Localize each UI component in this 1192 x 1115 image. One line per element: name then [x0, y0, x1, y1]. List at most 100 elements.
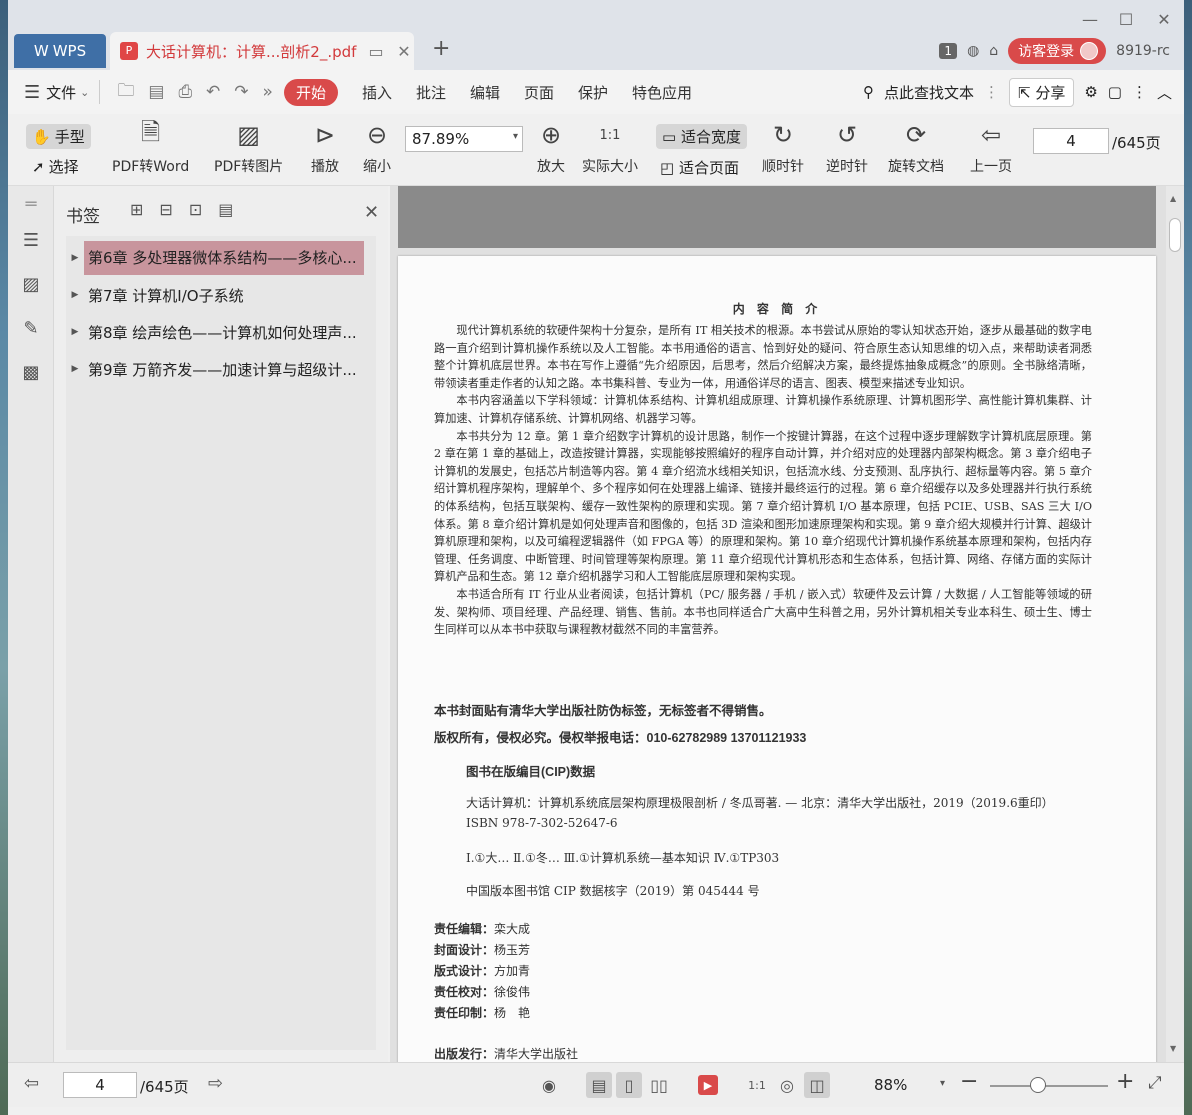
window-count-badge[interactable]: 1 [939, 43, 958, 59]
chevron-down-icon[interactable]: ⌄ [80, 86, 89, 99]
zoom-out-button[interactable]: ⊖ 缩小 [362, 120, 392, 176]
new-tab-button[interactable]: + [432, 36, 450, 61]
two-page-icon[interactable]: ▯▯ [646, 1072, 672, 1098]
scroll-down-icon[interactable]: ▼ [1170, 1044, 1176, 1053]
zoom-value: 87.89% [412, 130, 470, 148]
file-menu[interactable]: 文件 [46, 82, 76, 103]
thumbnail-icon[interactable]: ▨ [20, 274, 42, 296]
guest-login-button[interactable]: 访客登录 [1008, 38, 1107, 64]
fit-page-button[interactable]: ◰ 适合页面 [660, 157, 739, 178]
expand-arrow-icon[interactable]: ▶ [66, 327, 84, 337]
fullscreen-icon[interactable]: ⤢ [1148, 1073, 1162, 1093]
chevron-down-icon[interactable]: ▾ [940, 1078, 945, 1089]
minimize-icon[interactable]: — [1078, 10, 1102, 29]
tab-preview-icon[interactable]: ▭ [366, 42, 386, 61]
page-number-input[interactable]: 4 [1033, 128, 1109, 154]
tab-wps-home[interactable]: W WPS [14, 34, 106, 68]
expand-all-icon[interactable]: ⊞ [130, 200, 143, 219]
status-zoom-value[interactable]: 88% [874, 1076, 907, 1094]
status-page-input[interactable]: 4 [63, 1072, 137, 1098]
document-viewport[interactable]: 内 容 简 介 现代计算机系统的软硬件架构十分复杂，是所有 IT 相关技术的根源… [390, 186, 1166, 1062]
pdf-to-image-button[interactable]: ▨ PDF转图片 [214, 120, 283, 176]
hamburger-icon[interactable]: ☰ [24, 82, 40, 103]
tab-page[interactable]: 页面 [524, 82, 554, 103]
redo-icon[interactable]: ↷ [234, 82, 248, 102]
close-panel-icon[interactable]: ✕ [364, 202, 379, 223]
tab-start[interactable]: 开始 [283, 78, 338, 106]
fit-page-icon: ◰ [660, 159, 675, 177]
undo-icon[interactable]: ↶ [206, 82, 220, 102]
play-slideshow-icon[interactable]: ▶ [698, 1075, 718, 1095]
scroll-up-icon[interactable]: ▲ [1170, 194, 1176, 203]
skin-icon[interactable]: ◍ [967, 43, 979, 59]
print-icon[interactable]: ⎙ [178, 82, 192, 102]
fit-page-status-icon[interactable]: ◎ [774, 1072, 800, 1098]
scroll-thumb[interactable] [1169, 218, 1181, 252]
expand-arrow-icon[interactable]: ▶ [66, 290, 84, 300]
list-item[interactable]: ▶ 第9章 万箭齐发——加速计算与超级计... [66, 351, 376, 387]
fit-width-button[interactable]: ▭ 适合宽度 [656, 124, 747, 149]
maximize-icon[interactable]: ☐ [1114, 10, 1138, 29]
continuous-view-icon[interactable]: ▤ [586, 1072, 612, 1098]
search-icon[interactable]: ⚲ [863, 83, 874, 101]
rotate-counterclockwise-button[interactable]: ↺ 逆时针 [826, 120, 868, 176]
zoom-minus-icon[interactable]: − [960, 1069, 978, 1094]
tab-annotate[interactable]: 批注 [416, 82, 446, 103]
prev-page-icon[interactable]: ⇦ [24, 1073, 39, 1094]
open-folder-icon[interactable]: 🗀 [117, 78, 134, 107]
image-extract-icon[interactable]: ▩ [20, 362, 42, 384]
menubar-right: ⚲ 点此查找文本 ⋮ ⇱ 分享 ⚙ ▢ ⋮ ︿ [863, 70, 1172, 114]
tab-insert[interactable]: 插入 [362, 82, 392, 103]
select-tool-button[interactable]: ➚ 选择 [32, 156, 79, 177]
close-window-icon[interactable]: ✕ [1152, 10, 1176, 29]
more-options-icon[interactable]: ⋮ [1132, 83, 1147, 101]
tab-document[interactable]: P 大话计算机：计算...剖析2_.pdf ▭ ✕ [110, 32, 414, 70]
collapse-ribbon-icon[interactable]: ︿ [1157, 82, 1172, 103]
expand-arrow-icon[interactable]: ▶ [66, 364, 84, 374]
tab-close-icon[interactable]: ✕ [394, 42, 414, 61]
tab-edit[interactable]: 编辑 [470, 82, 500, 103]
zoom-out-label: 缩小 [363, 159, 391, 175]
eye-protection-icon[interactable]: ◉ [536, 1072, 562, 1098]
rotate-clockwise-icon: ↻ [772, 121, 794, 149]
list-item[interactable]: ▶ 第6章 多处理器微体系结构——多核心... [66, 240, 376, 276]
tab-special-apps[interactable]: 特色应用 [632, 82, 692, 103]
actual-size-status-icon[interactable]: 1:1 [744, 1072, 770, 1098]
play-button[interactable]: ⊳ 播放 [310, 120, 340, 176]
bookmark-panel-icon[interactable]: ☰ [20, 230, 42, 252]
rotate-clockwise-button[interactable]: ↻ 顺时针 [762, 120, 804, 176]
collapse-all-icon[interactable]: ⊟ [159, 200, 172, 219]
tab-protect[interactable]: 保护 [578, 82, 608, 103]
list-item[interactable]: ▶ 第8章 绘声绘色——计算机如何处理声... [66, 314, 376, 350]
zoom-select[interactable]: 87.89% ▾ [405, 126, 523, 152]
pdf-to-word-label: PDF转Word [112, 159, 190, 175]
pdf-to-word-button[interactable]: 🗎 PDF转Word [112, 118, 190, 176]
more-vert-icon[interactable]: ⋮ [984, 83, 999, 101]
zoom-plus-icon[interactable]: + [1116, 1069, 1134, 1094]
more-chevron-icon[interactable]: » [263, 82, 273, 102]
fit-width-status-icon[interactable]: ◫ [804, 1072, 830, 1098]
rotate-document-button[interactable]: ⟳ 旋转文档 [888, 120, 944, 176]
save-icon[interactable]: ▤ [148, 82, 164, 102]
zoom-slider-handle[interactable] [1030, 1077, 1046, 1093]
zoom-in-button[interactable]: ⊕ 放大 [536, 120, 566, 176]
add-bookmark-icon[interactable]: ⊡ [189, 200, 202, 219]
shirt-icon[interactable]: ⌂ [989, 43, 998, 59]
gear-icon[interactable]: ⚙ [1084, 83, 1097, 101]
comment-icon[interactable]: ▢ [1108, 83, 1122, 101]
annotation-icon[interactable]: ✎ [20, 318, 42, 340]
vertical-scrollbar[interactable]: ▲ ▼ [1166, 186, 1184, 1062]
actual-size-button[interactable]: 1:1 实际大小 [582, 120, 638, 176]
bookmark-options-icon[interactable]: ▤ [218, 200, 233, 219]
drag-handle-icon[interactable]: ═ [20, 194, 42, 216]
list-item[interactable]: ▶ 第7章 计算机I/O子系统 [66, 277, 376, 313]
share-button[interactable]: ⇱ 分享 [1008, 77, 1075, 107]
single-page-icon[interactable]: ▯ [616, 1072, 642, 1098]
zoom-slider[interactable] [990, 1085, 1108, 1087]
hand-tool-button[interactable]: ✋ 手型 [26, 124, 91, 149]
next-page-icon[interactable]: ⇨ [208, 1073, 223, 1094]
expand-arrow-icon[interactable]: ▶ [66, 253, 84, 263]
prev-page-button[interactable]: ⇦ 上一页 [970, 120, 1012, 176]
find-text-button[interactable]: 点此查找文本 [884, 82, 974, 103]
credit-line: 出版发行：清华大学出版社 [434, 1045, 578, 1062]
